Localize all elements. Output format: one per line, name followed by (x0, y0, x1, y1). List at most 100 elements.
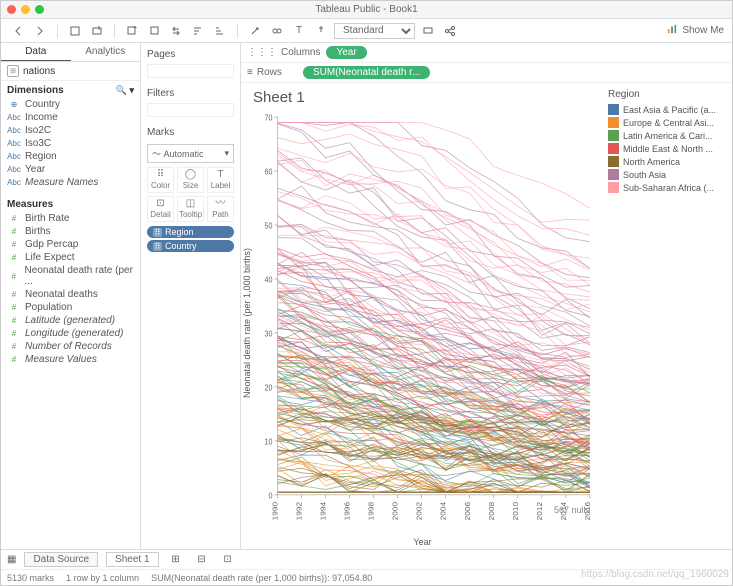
number-icon: # (7, 342, 21, 351)
y-axis-label: Neonatal death rate (per 1,000 births) (242, 247, 252, 397)
filters-label: Filters (147, 86, 234, 103)
showme-button[interactable]: Show Me (682, 25, 724, 36)
forward-button[interactable] (31, 23, 49, 39)
tab-analytics[interactable]: Analytics (71, 43, 141, 61)
datasource-row[interactable]: ⊞ nations (1, 62, 140, 81)
status-sum: SUM(Neonatal death rate (per 1,000 birth… (151, 573, 372, 583)
legend-item[interactable]: Sub-Saharan Africa (... (608, 181, 726, 194)
search-icon[interactable]: 🔍 ▾ (116, 85, 134, 96)
legend-item[interactable]: South Asia (608, 168, 726, 181)
new-sheet-icon[interactable]: ⊞ (167, 552, 185, 568)
field-births[interactable]: #Births (7, 225, 140, 238)
field-life-expect[interactable]: #Life Expect (7, 251, 140, 264)
field-neonatal-death-rate-per-[interactable]: #Neonatal death rate (per ... (7, 264, 140, 288)
svg-text:2010: 2010 (511, 502, 519, 520)
globe-icon: ⊕ (7, 100, 21, 109)
svg-text:40: 40 (265, 275, 273, 285)
columns-icon: ⋮⋮⋮ (247, 47, 277, 58)
number-icon: # (7, 355, 21, 364)
mark-tooltip[interactable]: ◫Tooltip (177, 196, 204, 222)
mark-color[interactable]: ⠿Color (147, 167, 174, 193)
new-story-icon[interactable]: ⊡ (219, 552, 237, 568)
tab-data-source[interactable]: Data Source (24, 552, 98, 567)
chart[interactable]: 0102030405060701990199219941996199820002… (249, 110, 596, 535)
columns-shelf[interactable]: ⋮⋮⋮Columns Year (241, 43, 732, 63)
sort-asc-icon[interactable] (189, 23, 207, 39)
marks-grid: ⠿Color◯SizeTLabel ⊡Detail◫Tooltip〰Path (147, 167, 234, 222)
highlight-icon[interactable] (246, 23, 264, 39)
sidebar-tabs: Data Analytics (1, 43, 140, 62)
pages-shelf[interactable] (147, 64, 234, 78)
svg-text:2000: 2000 (391, 502, 399, 520)
field-longitude-generated-[interactable]: #Longitude (generated) (7, 327, 140, 340)
rows-shelf[interactable]: ≡Rows SUM(Neonatal death r... (241, 63, 732, 83)
legend-item[interactable]: North America (608, 155, 726, 168)
status-rowcol: 1 row by 1 column (66, 573, 139, 583)
number-icon: # (7, 214, 21, 223)
datasource-tab-icon: ▦ (7, 554, 16, 565)
legend-item[interactable]: East Asia & Pacific (a... (608, 103, 726, 116)
svg-text:1998: 1998 (367, 502, 375, 520)
svg-text:2006: 2006 (463, 502, 471, 520)
pin-icon[interactable] (312, 23, 330, 39)
redo-icon[interactable] (145, 23, 163, 39)
field-latitude-generated-[interactable]: #Latitude (generated) (7, 314, 140, 327)
tab-sheet1[interactable]: Sheet 1 (106, 552, 158, 567)
mark-size[interactable]: ◯Size (177, 167, 204, 193)
field-iso2c[interactable]: AbcIso2C (7, 124, 140, 137)
measures-header: Measures (1, 195, 140, 212)
sort-desc-icon[interactable] (211, 23, 229, 39)
window-controls (7, 5, 44, 14)
maximize-icon[interactable] (35, 5, 44, 14)
undo-icon[interactable] (123, 23, 141, 39)
columns-pill-year[interactable]: Year (326, 46, 366, 59)
save-icon[interactable] (66, 23, 84, 39)
field-region[interactable]: AbcRegion (7, 150, 140, 163)
field-neonatal-deaths[interactable]: #Neonatal deaths (7, 288, 140, 301)
nulls-indicator[interactable]: 567 nulls (554, 505, 590, 515)
tab-data[interactable]: Data (1, 43, 71, 61)
watermark: https://blog.csdn.net/qq_1960029 (581, 569, 729, 580)
svg-text:1996: 1996 (343, 502, 351, 520)
mark-path[interactable]: 〰Path (207, 196, 234, 222)
back-button[interactable] (9, 23, 27, 39)
field-measure-values[interactable]: #Measure Values (7, 353, 140, 366)
showme-icon (667, 24, 677, 37)
shelves-panel: Pages Filters Marks 〜 Automatic▾ ⠿Color◯… (141, 43, 241, 549)
mark-label[interactable]: TLabel (207, 167, 234, 193)
close-icon[interactable] (7, 5, 16, 14)
group-icon[interactable] (268, 23, 286, 39)
field-population[interactable]: #Population (7, 301, 140, 314)
field-year[interactable]: AbcYear (7, 163, 140, 176)
marks-type-select[interactable]: 〜 Automatic▾ (147, 144, 234, 163)
abc-icon: Abc (7, 178, 21, 187)
svg-text:50: 50 (265, 221, 273, 231)
legend-item[interactable]: Europe & Central Asi... (608, 116, 726, 129)
mark-pill-country[interactable]: ⠿Country (147, 240, 234, 252)
new-dashboard-icon[interactable]: ⊟ (193, 552, 211, 568)
field-income[interactable]: AbcIncome (7, 111, 140, 124)
field-country[interactable]: ⊕Country (7, 98, 140, 111)
field-number-of-records[interactable]: #Number of Records (7, 340, 140, 353)
filters-shelf[interactable] (147, 103, 234, 117)
app-window: Tableau Public - Book1 T Standard Show M… (0, 0, 733, 586)
minimize-icon[interactable] (21, 5, 30, 14)
field-iso3c[interactable]: AbcIso3C (7, 137, 140, 150)
field-birth-rate[interactable]: #Birth Rate (7, 212, 140, 225)
share-icon[interactable] (441, 23, 459, 39)
mark-pill-region[interactable]: ⠿Region (147, 226, 234, 238)
number-icon: # (7, 272, 21, 281)
field-measure-names[interactable]: AbcMeasure Names (7, 176, 140, 189)
presentation-icon[interactable] (419, 23, 437, 39)
swap-icon[interactable] (167, 23, 185, 39)
legend-item[interactable]: Middle East & North ... (608, 142, 726, 155)
toolbar: T Standard Show Me (1, 19, 732, 43)
legend-item[interactable]: Latin America & Cari... (608, 129, 726, 142)
new-data-icon[interactable] (88, 23, 106, 39)
legend: Region East Asia & Pacific (a...Europe &… (602, 83, 732, 549)
fit-select[interactable]: Standard (334, 23, 415, 39)
text-label-icon[interactable]: T (290, 23, 308, 39)
mark-detail[interactable]: ⊡Detail (147, 196, 174, 222)
rows-pill-sum[interactable]: SUM(Neonatal death r... (303, 66, 430, 79)
field-gdp-percap[interactable]: #Gdp Percap (7, 238, 140, 251)
